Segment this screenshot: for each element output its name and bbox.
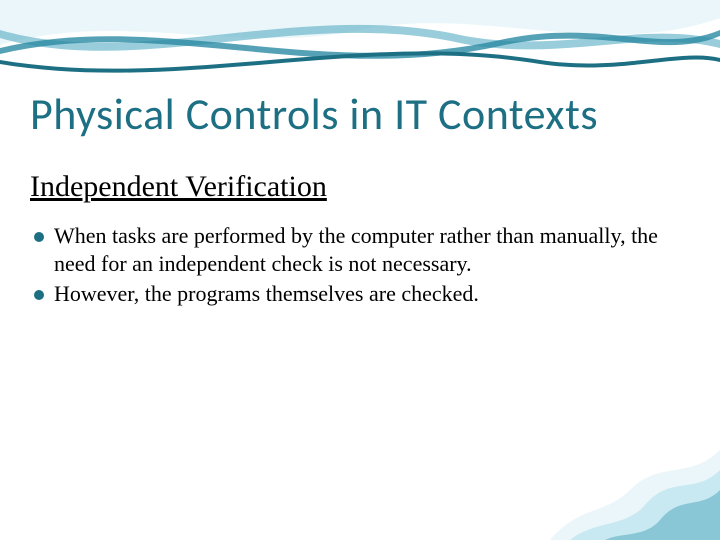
- slide: Physical Controls in IT Contexts Indepen…: [0, 0, 720, 540]
- slide-title: Physical Controls in IT Contexts: [30, 90, 690, 138]
- bullet-text: When tasks are performed by the computer…: [54, 222, 680, 278]
- bullet-text: However, the programs themselves are che…: [54, 280, 680, 308]
- slide-subtitle: Independent Verification: [30, 170, 690, 204]
- list-item: However, the programs themselves are che…: [30, 280, 680, 308]
- bullet-icon: [34, 232, 44, 242]
- bullet-icon: [34, 290, 44, 300]
- corner-wave-decoration: [550, 420, 720, 540]
- bullet-list: When tasks are performed by the computer…: [30, 222, 680, 310]
- header-wave-decoration: [0, 0, 720, 90]
- list-item: When tasks are performed by the computer…: [30, 222, 680, 278]
